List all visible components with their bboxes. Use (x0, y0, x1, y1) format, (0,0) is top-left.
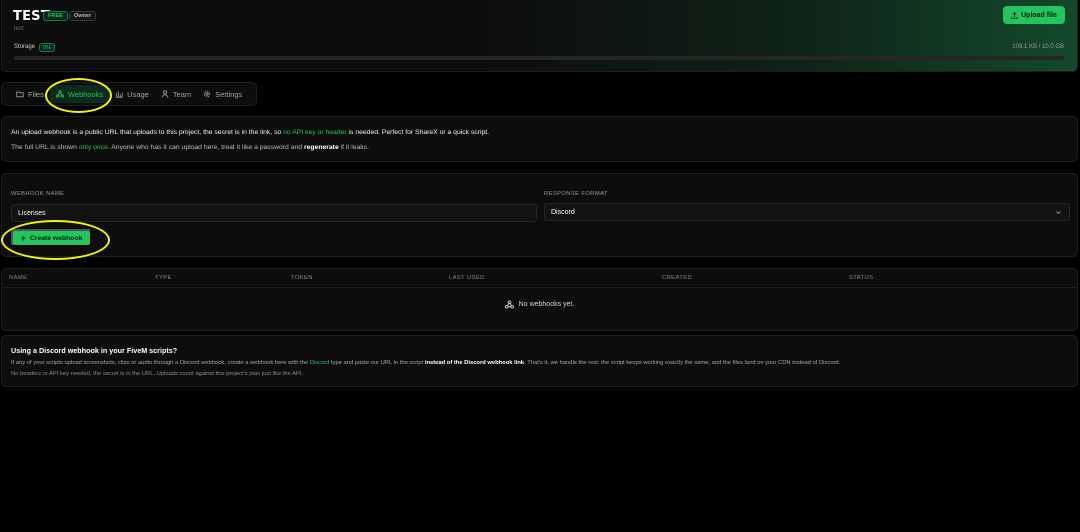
project-subtitle: test (14, 26, 24, 32)
plan-badge: FREE (43, 11, 68, 21)
storage-progress-bar (14, 56, 1064, 60)
response-format-label: RESPONSE FORMAT (544, 191, 608, 197)
webhooks-table: NAME TYPE TOKEN LAST USED CREATED STATUS… (1, 268, 1078, 331)
info-line-2: The full URL is shown only once. Anyone … (11, 144, 369, 151)
tab-files[interactable]: Files (10, 85, 50, 103)
tab-team[interactable]: Team (155, 85, 197, 103)
tab-files-label: Files (28, 89, 44, 99)
empty-state-text: No webhooks yet. (518, 301, 575, 308)
response-format-select[interactable]: Discord (544, 203, 1070, 221)
info-line-1: An upload webhook is a public URL that u… (11, 129, 490, 136)
project-tabs: Files Webhooks Usage Team Settings (1, 82, 257, 106)
discord-help-line-1: If any of your scripts upload screenshot… (11, 360, 841, 366)
bar-chart-icon (115, 91, 123, 98)
role-badge: Owner (69, 11, 97, 21)
user-icon (161, 90, 169, 98)
upload-icon (1011, 11, 1018, 19)
discord-help-title: Using a Discord webhook in your FiveM sc… (11, 346, 178, 355)
response-format-value: Discord (551, 208, 575, 216)
table-header-divider (2, 287, 1077, 288)
storage-usage: 109.1 KB / 10.0 GB (1012, 44, 1064, 50)
column-type: TYPE (155, 275, 172, 281)
plus-icon: + (20, 232, 26, 243)
tab-webhooks-label: Webhooks (67, 89, 104, 99)
column-last-used: LAST USED (449, 275, 485, 281)
tab-settings[interactable]: Settings (197, 85, 248, 103)
folder-icon (16, 91, 24, 98)
discord-help-panel: Using a Discord webhook in your FiveM sc… (1, 335, 1078, 387)
column-name: NAME (9, 275, 28, 281)
webhook-icon (55, 90, 64, 98)
tab-webhooks[interactable]: Webhooks (49, 85, 110, 103)
webhook-info-panel: An upload webhook is a public URL that u… (1, 116, 1078, 162)
discord-help-line-2: No headers or API key needed, the secret… (11, 371, 304, 377)
create-webhook-form: WEBHOOK NAME Licenses RESPONSE FORMAT Di… (1, 173, 1078, 257)
webhook-name-input[interactable]: Licenses (11, 204, 537, 222)
empty-state: No webhooks yet. (2, 300, 1077, 309)
webhook-name-label: WEBHOOK NAME (11, 191, 65, 197)
tab-team-label: Team (172, 89, 192, 99)
upload-file-button[interactable]: Upload file (1003, 6, 1065, 24)
gear-icon (203, 90, 211, 98)
storage-percent-badge: 0% (39, 43, 55, 52)
tab-usage[interactable]: Usage (109, 85, 155, 103)
project-header: TEST FREE Owner test Upload file Storage… (1, 0, 1078, 72)
webhook-icon (504, 300, 514, 309)
create-webhook-label: Create webhook (29, 234, 83, 242)
create-webhook-button[interactable]: + Create webhook (11, 229, 92, 247)
chevron-down-icon (1056, 211, 1061, 215)
column-token: TOKEN (291, 275, 313, 281)
tab-settings-label: Settings (215, 89, 243, 99)
tab-usage-label: Usage (127, 89, 149, 99)
column-created: CREATED (662, 275, 693, 281)
storage-label: Storage (14, 44, 36, 50)
column-status: STATUS (849, 275, 874, 281)
upload-file-label: Upload file (1021, 11, 1057, 19)
